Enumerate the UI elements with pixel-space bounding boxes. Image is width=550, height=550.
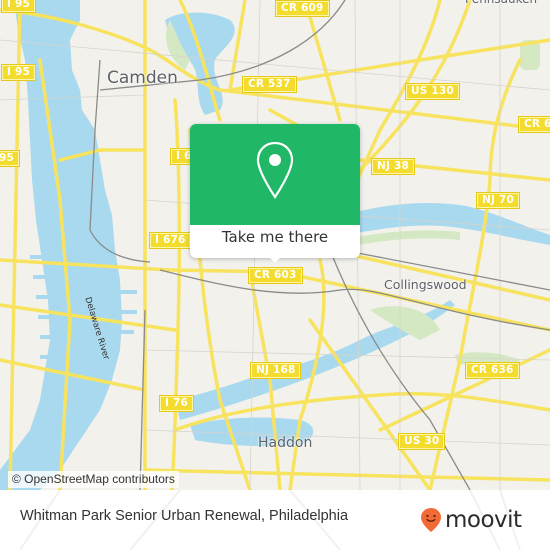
road-shield-us130: US 130 — [406, 84, 459, 99]
place-label-collingswood: Collingswood — [384, 277, 467, 292]
moovit-logo[interactable]: moovit — [420, 505, 522, 535]
road-shield-us30: US 30 — [399, 434, 445, 449]
road-shield-nj168: NJ 168 — [251, 363, 301, 378]
take-me-there-button[interactable]: Take me there — [190, 228, 360, 246]
map-attribution[interactable]: © OpenStreetMap contributors — [8, 471, 179, 488]
road-shield-nj38: NJ 38 — [372, 159, 414, 174]
road-shield-cr636: CR 636 — [466, 363, 519, 378]
road-shield-cr63x: CR 63 — [519, 117, 550, 132]
road-shield-cr609: CR 609 — [276, 1, 329, 16]
road-shield-i95: I 95 — [0, 151, 19, 166]
road-shield-cr537: CR 537 — [243, 77, 296, 92]
place-label-camden: Camden — [107, 68, 178, 88]
moovit-smiley-pin-icon — [421, 508, 441, 532]
moovit-wordmark: moovit — [445, 507, 522, 533]
road-shield-nj70: NJ 70 — [477, 193, 519, 208]
place-label-pennsauken: Pennsauken — [465, 0, 537, 6]
map-canvas[interactable]: Camden Collingswood Haddon Pennsauken De… — [0, 0, 550, 490]
location-title: Whitman Park Senior Urban Renewal, Phila… — [20, 508, 349, 524]
road-shield-i676: I 676 — [150, 233, 191, 248]
road-shield-i95: I 95 — [2, 0, 35, 12]
road-shield-i76: I 76 — [160, 396, 193, 411]
map-pin-icon — [256, 141, 294, 199]
location-popup[interactable]: Take me there — [190, 124, 360, 263]
place-label-haddon: Haddon — [258, 435, 313, 451]
road-shield-cr603: CR 603 — [249, 268, 302, 283]
road-shield-i95: I 95 — [2, 65, 35, 80]
popup-pointer — [268, 256, 282, 263]
popup-header[interactable] — [190, 124, 360, 225]
